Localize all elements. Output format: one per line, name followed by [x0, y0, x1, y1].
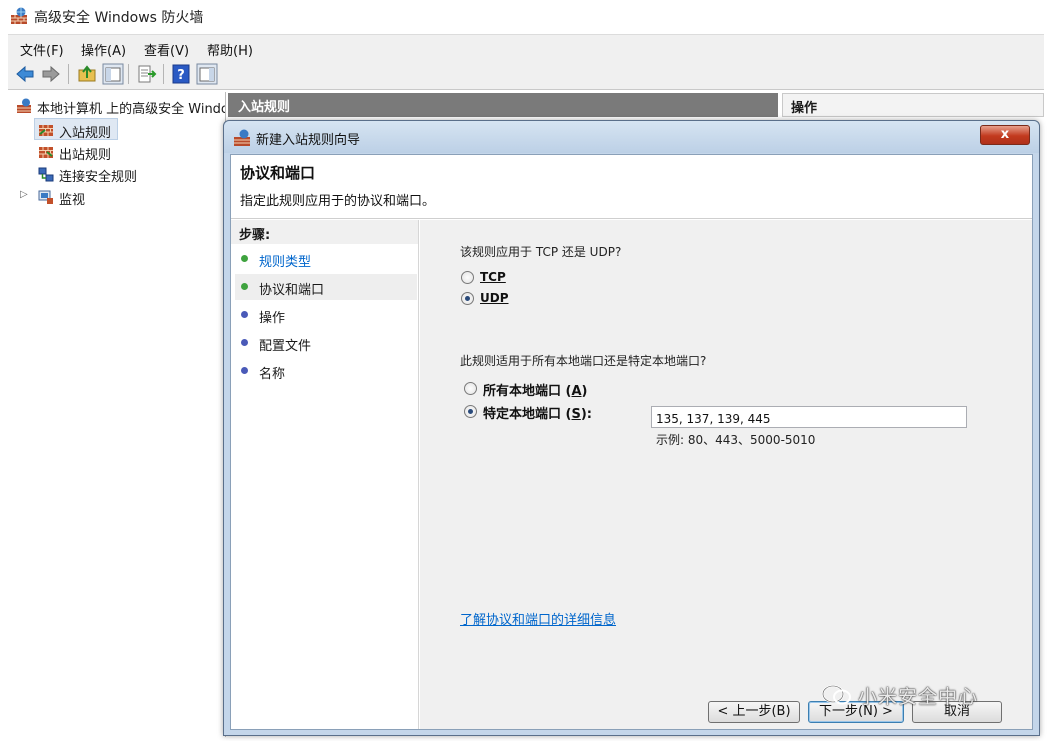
step-label: 配置文件 [259, 339, 312, 354]
monitoring-icon [38, 190, 53, 204]
watermark-text: 小米安全中心 [858, 686, 979, 708]
action-pane-header: 操作 [782, 93, 1044, 117]
udp-radio[interactable] [461, 292, 474, 305]
step-name: 名称 [235, 358, 417, 384]
dialog-title: 新建入站规则向导 [256, 133, 361, 148]
show-hide-action-pane-icon[interactable] [196, 63, 218, 85]
wechat-icon [822, 685, 851, 705]
tree-item-outbound-rules[interactable]: 出站规则 [34, 141, 134, 163]
ports-example-hint: 示例: 80、443、5000-5010 [656, 433, 816, 447]
step-bullet-icon [241, 367, 248, 374]
page-title: 协议和端口 [240, 164, 316, 182]
learn-more-link[interactable]: 了解协议和端口的详细信息 [460, 609, 616, 628]
step-bullet-icon [241, 339, 248, 346]
specific-ports-label: 特定本地端口 (S): [483, 407, 592, 422]
step-rule-type[interactable]: 规则类型 [235, 246, 417, 272]
step-bullet-icon [241, 255, 248, 262]
tree-label: 连接安全规则 [59, 170, 138, 185]
firewall-app-icon [11, 7, 27, 24]
specific-ports-radio-option[interactable]: 特定本地端口 (S): [463, 403, 613, 422]
app-title: 高级安全 Windows 防火墙 [34, 10, 204, 26]
menu-action[interactable]: 操作(A) [81, 40, 126, 59]
tree-item-inbound-rules[interactable]: 入站规则 [34, 118, 118, 141]
dialog-title-bar: 新建入站规则向导 x [224, 121, 1039, 153]
up-folder-icon[interactable] [76, 63, 98, 85]
close-icon: x [1000, 127, 1010, 142]
connection-security-icon [38, 167, 54, 182]
steps-pane: 步骤: 规则类型 协议和端口 操作 配置文件 名称 [231, 220, 419, 729]
tree-root-label: 本地计算机 上的高级安全 Windows 防火墙 [37, 102, 225, 117]
all-ports-radio-option[interactable]: 所有本地端口 (A) [463, 380, 613, 399]
udp-label: UDP [480, 291, 509, 305]
tree-label: 入站规则 [59, 126, 112, 141]
toolbar: ? [8, 60, 1044, 90]
all-ports-label: 所有本地端口 (A) [483, 384, 588, 399]
page-subtitle: 指定此规则应用于的协议和端口。 [240, 194, 436, 209]
svg-text:?: ? [177, 68, 185, 83]
wizard-content: 该规则应用于 TCP 还是 UDP? TCP UDP 此规则适用于所有本地端口还… [420, 220, 1032, 729]
step-label: 规则类型 [259, 255, 312, 270]
all-ports-radio[interactable] [464, 382, 477, 395]
main-title-bar: 高级安全 Windows 防火墙 [0, 0, 1048, 34]
step-bullet-icon [241, 311, 248, 318]
specific-ports-radio[interactable] [464, 405, 477, 418]
forward-icon[interactable] [40, 63, 62, 85]
expand-arrow-icon[interactable]: ▷ [20, 189, 28, 200]
toolbar-separator [128, 64, 129, 84]
show-hide-tree-icon[interactable] [102, 63, 124, 85]
tcp-radio-option[interactable]: TCP [460, 269, 520, 287]
wizard-page-header: 协议和端口 指定此规则应用于的协议和端口。 [231, 155, 1032, 219]
toolbar-separator [68, 64, 69, 84]
udp-radio-option[interactable]: UDP [460, 290, 520, 308]
menu-help[interactable]: 帮助(H) [207, 40, 253, 59]
close-button[interactable]: x [980, 125, 1030, 145]
tree-label: 出站规则 [59, 148, 112, 163]
dialog-body: 协议和端口 指定此规则应用于的协议和端口。 步骤: 规则类型 协议和端口 操作 … [230, 154, 1033, 730]
navigation-tree: 本地计算机 上的高级安全 Windows 防火墙 入站规则 出站规则 连接安全规… [8, 92, 226, 737]
tree-label: 监视 [59, 193, 86, 208]
menu-bar: 文件(F) 操作(A) 查看(V) 帮助(H) [8, 34, 1044, 60]
back-button[interactable]: < 上一步(B) [708, 701, 800, 723]
inbound-rules-icon [39, 125, 53, 136]
back-icon[interactable] [14, 63, 36, 85]
tcp-radio[interactable] [461, 271, 474, 284]
firewall-app-icon [234, 129, 250, 146]
step-action: 操作 [235, 302, 417, 328]
outbound-rules-icon [39, 147, 53, 158]
step-bullet-icon [241, 283, 248, 290]
step-label: 名称 [259, 367, 286, 382]
tree-item-connection-security-rules[interactable]: 连接安全规则 [34, 163, 164, 185]
export-list-icon[interactable] [136, 63, 158, 85]
new-inbound-rule-wizard: 新建入站规则向导 x 协议和端口 指定此规则应用于的协议和端口。 步骤: 规则类… [223, 120, 1040, 736]
tcp-label: TCP [480, 270, 506, 284]
tree-item-monitoring[interactable]: ▷ 监视 [20, 186, 120, 208]
step-label: 操作 [259, 311, 286, 326]
specific-ports-input[interactable] [651, 406, 967, 428]
tree-root[interactable]: 本地计算机 上的高级安全 Windows 防火墙 [8, 95, 225, 117]
firewall-computer-icon [17, 98, 31, 113]
toolbar-separator [163, 64, 164, 84]
step-label: 协议和端口 [259, 283, 325, 298]
help-icon[interactable]: ? [170, 63, 192, 85]
menu-view[interactable]: 查看(V) [144, 40, 189, 59]
step-protocol-ports: 协议和端口 [235, 274, 417, 300]
steps-title: 步骤: [231, 220, 418, 244]
center-pane-header: 入站规则 [228, 93, 778, 117]
port-question: 此规则适用于所有本地端口还是特定本地端口? [460, 354, 707, 368]
step-profile: 配置文件 [235, 330, 417, 356]
protocol-question: 该规则应用于 TCP 还是 UDP? [460, 245, 622, 259]
menu-file[interactable]: 文件(F) [20, 40, 64, 59]
